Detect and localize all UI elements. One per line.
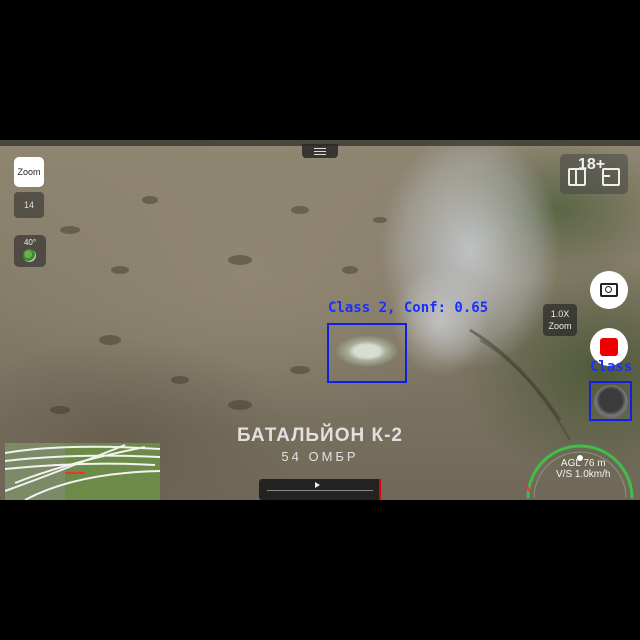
record-icon <box>600 338 618 356</box>
playback-highlight <box>379 479 381 500</box>
zoom-level-label: Zoom <box>548 321 572 331</box>
minimap-map <box>5 443 160 500</box>
capture-photo-button[interactable] <box>590 271 628 309</box>
minimap[interactable] <box>5 443 160 500</box>
zoom-button[interactable]: Zoom <box>14 157 44 187</box>
watermark-title: БАТАЛЬЙОН К-2 <box>237 425 403 446</box>
detection-label-1: Class 2, Conf: 0.65 <box>328 300 489 316</box>
agl-value: AGL 76 m <box>560 458 606 469</box>
zoom-level-control[interactable]: 1.0X Zoom <box>543 304 577 336</box>
playback-bar[interactable] <box>259 479 381 500</box>
detection-box-1 <box>327 323 407 383</box>
detection-label-2: Class <box>590 359 633 375</box>
gimbal-angle-indicator[interactable]: 40° <box>14 235 46 267</box>
layout-split-icon[interactable] <box>568 168 586 186</box>
drone-video-feed: Zoom 14 40° 18+ 1.0X Zoom БАТАЛЬЙОН К-2 … <box>0 140 640 500</box>
gimbal-icon <box>23 249 36 262</box>
watermark-subtitle: 54 ОМБР <box>281 449 359 464</box>
altitude-readout: AGL 76 m V/S 1.0km/h <box>556 458 610 480</box>
play-icon[interactable] <box>315 482 320 488</box>
unit-watermark: БАТАЛЬЙОН К-2 54 ОМБР <box>200 425 440 464</box>
camera-icon <box>600 283 618 297</box>
zoom-level-value: 1.0X <box>550 309 570 319</box>
playback-scrubber[interactable] <box>267 490 373 491</box>
gimbal-angle-value: 40° <box>23 238 37 247</box>
layout-grid-icon[interactable] <box>602 168 620 186</box>
zoom-value: 14 <box>14 192 44 218</box>
detection-box-2 <box>589 381 632 421</box>
menu-pull-handle[interactable] <box>302 144 338 158</box>
vertical-speed-value: V/S 1.0km/h <box>556 469 611 480</box>
